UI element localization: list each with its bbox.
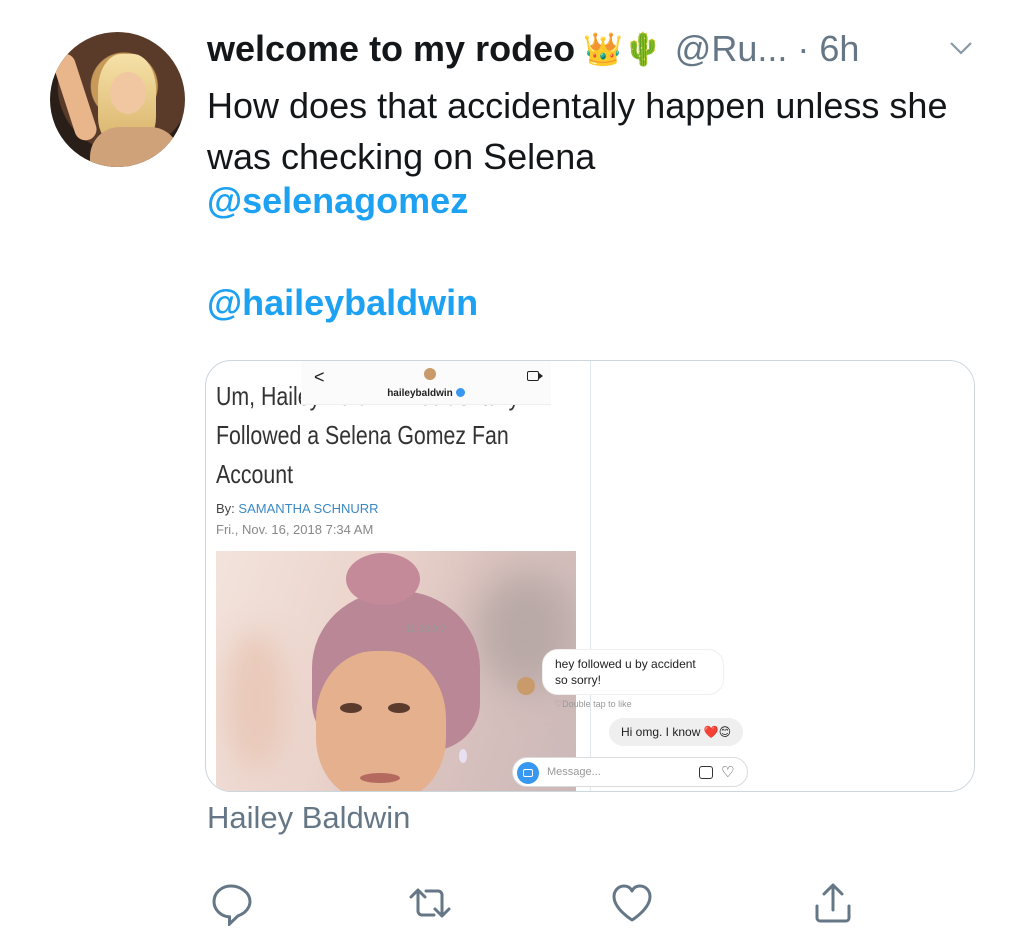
like-icon[interactable] xyxy=(609,880,655,926)
gallery-icon xyxy=(699,766,713,779)
article-screenshot: Um, Hailey Baldwin Accidentally Followed… xyxy=(206,361,591,791)
handle-and-time: @Ru... · 6h xyxy=(674,28,860,69)
article-byline: By: SAMANTHA SCHNURR xyxy=(216,501,379,516)
reply-icon[interactable] xyxy=(208,880,254,928)
dm-incoming-message: hey followed u by accident so sorry! xyxy=(542,649,724,695)
profile-avatar[interactable] xyxy=(50,32,185,167)
heart-icon: ♡ xyxy=(721,764,735,781)
video-call-icon xyxy=(527,371,543,381)
dm-sender-avatar xyxy=(517,677,535,695)
back-icon: < xyxy=(314,367,325,387)
tweet-actions xyxy=(0,880,1024,928)
media-caption: Hailey Baldwin xyxy=(207,800,411,835)
display-name[interactable]: welcome to my rodeo xyxy=(207,28,575,70)
camera-icon xyxy=(517,762,539,784)
article-date: Fri., Nov. 16, 2018 7:34 AM xyxy=(216,522,374,537)
mention-haileybaldwin[interactable]: @haileybaldwin xyxy=(207,282,478,324)
dm-username: haileybaldwin xyxy=(206,388,646,399)
article-author: SAMANTHA SCHNURR xyxy=(238,501,379,516)
verified-icon xyxy=(455,388,465,397)
dm-avatar xyxy=(424,368,436,380)
retweet-icon[interactable] xyxy=(407,880,453,926)
mention-selenagomez[interactable]: @selenagomez xyxy=(207,180,468,222)
dm-message-placeholder: Message... xyxy=(547,766,601,778)
media-card[interactable]: Um, Hailey Baldwin Accidentally Followed… xyxy=(205,360,975,792)
dm-message-input: Message... ♡ xyxy=(512,757,748,787)
dm-outgoing-message: Hi omg. I know ❤️😊 xyxy=(609,718,744,746)
dm-screenshot: < haileybaldwin 11:08 AM hey followed u … xyxy=(301,361,974,791)
dm-like-hint: ♡Double tap to like xyxy=(554,699,632,709)
dm-timestamp: 11:08 AM xyxy=(405,624,447,635)
chevron-down-icon[interactable] xyxy=(948,38,974,58)
share-icon[interactable] xyxy=(810,880,856,926)
tweet-header: welcome to my rodeo 👑🌵 @Ru... · 6h xyxy=(207,24,859,74)
article-photo xyxy=(216,551,576,791)
tweet-text: How does that accidentally happen unless… xyxy=(207,85,948,177)
name-emoji: 👑🌵 xyxy=(583,31,663,67)
